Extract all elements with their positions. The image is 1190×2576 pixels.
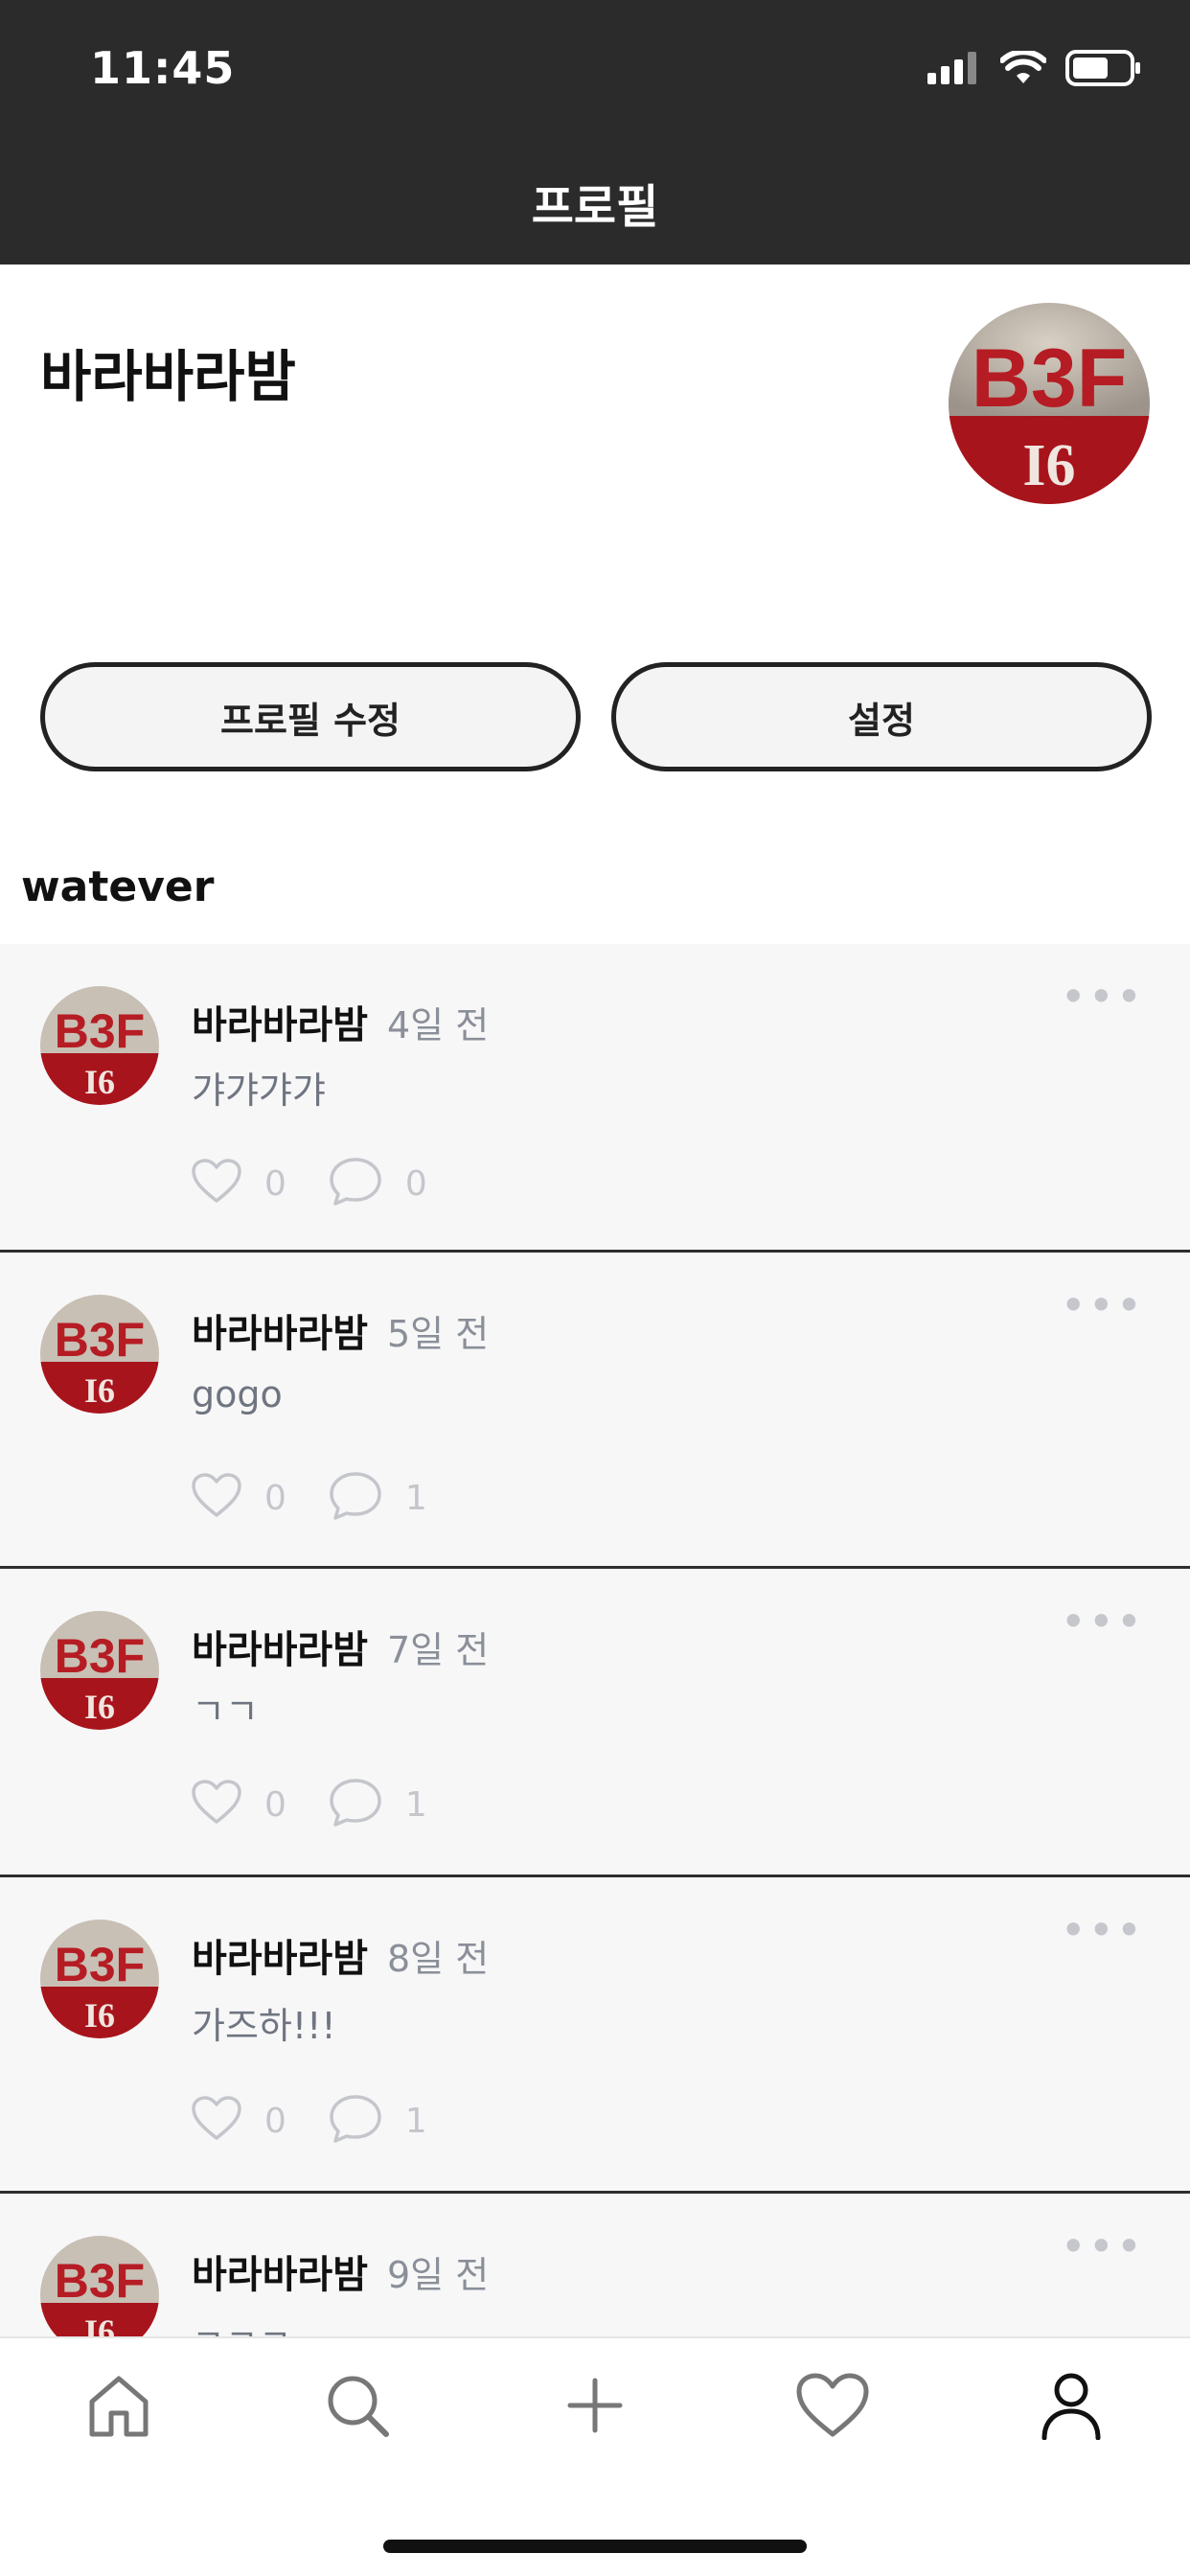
more-icon[interactable]: ••• bbox=[1061, 1904, 1144, 1956]
tab-add[interactable] bbox=[538, 2359, 652, 2455]
post-avatar[interactable]: B3F I6 bbox=[40, 1920, 159, 2038]
post-avatar[interactable]: B3F I6 bbox=[40, 986, 159, 1105]
comment-icon[interactable] bbox=[329, 1778, 382, 1831]
like-count: 0 bbox=[264, 1478, 286, 1518]
post-author[interactable]: 바라바라밤 bbox=[192, 1302, 368, 1358]
home-indicator bbox=[383, 2540, 807, 2553]
more-icon[interactable]: ••• bbox=[1061, 1596, 1144, 1647]
avatar-text-bottom: I6 bbox=[84, 1688, 115, 1726]
post-author[interactable]: 바라바라밤 bbox=[192, 994, 368, 1049]
post-time: 4일 전 bbox=[387, 1004, 490, 1046]
avatar-text-bottom: I6 bbox=[84, 1063, 115, 1101]
post-item[interactable]: B3F I6 바라바라밤 7일 전 ㄱㄱ ••• 0 1 bbox=[0, 1569, 1190, 1877]
post-feed[interactable]: B3F I6 바라바라밤 4일 전 갸갸갸갸 ••• 0 0 B3F I6 바라… bbox=[0, 944, 1190, 2336]
tab-search[interactable] bbox=[300, 2359, 415, 2455]
post-actions: 0 1 bbox=[192, 1471, 469, 1525]
like-icon[interactable] bbox=[192, 1473, 241, 1523]
post-actions: 0 0 bbox=[192, 1157, 469, 1210]
battery-icon bbox=[1065, 50, 1142, 90]
comment-count: 1 bbox=[404, 2101, 427, 2141]
avatar-text-top: B3F bbox=[55, 1629, 145, 1683]
avatar-text-top: B3F bbox=[55, 1313, 145, 1367]
avatar-text-top: B3F bbox=[55, 1938, 145, 1991]
status-time: 11:45 bbox=[90, 42, 236, 94]
page-title: 프로필 bbox=[531, 180, 659, 234]
section-title: watever bbox=[21, 862, 215, 911]
heart-icon bbox=[796, 2373, 869, 2442]
avatar-text-top: B3F bbox=[55, 1004, 145, 1058]
post-time: 8일 전 bbox=[387, 1938, 490, 1980]
tab-profile[interactable] bbox=[1014, 2359, 1129, 2455]
post-item[interactable]: B3F I6 바라바라밤 4일 전 갸갸갸갸 ••• 0 0 bbox=[0, 944, 1190, 1253]
post-content: ㄱㄱㄱ bbox=[192, 2312, 292, 2336]
comment-count: 1 bbox=[404, 1478, 427, 1518]
like-icon[interactable] bbox=[192, 1159, 241, 1208]
signal-icon bbox=[927, 52, 981, 88]
avatar-text-bottom: I6 bbox=[84, 2312, 115, 2336]
wifi-icon bbox=[999, 49, 1047, 89]
plus-icon bbox=[566, 2377, 624, 2438]
post-item[interactable]: B3F I6 바라바라밤 8일 전 가즈하!!! ••• 0 1 bbox=[0, 1877, 1190, 2194]
tab-home[interactable] bbox=[61, 2359, 176, 2455]
top-bar: 11:45 프로필 bbox=[0, 0, 1190, 264]
post-time: 9일 전 bbox=[387, 2254, 490, 2296]
post-content: 갸갸갸갸 bbox=[192, 1070, 326, 1112]
avatar-text-top: B3F bbox=[972, 333, 1127, 425]
profile-header: 바라바라밤 B3F I6 프로필 수정 설정 watever bbox=[0, 264, 1190, 945]
post-actions: 0 1 bbox=[192, 1778, 469, 1831]
post-item[interactable]: B3F I6 바라바라밤 9일 전 ㄱㄱㄱ ••• bbox=[0, 2194, 1190, 2336]
post-avatar[interactable]: B3F I6 bbox=[40, 1611, 159, 1730]
post-item[interactable]: B3F I6 바라바라밤 5일 전 gogo ••• 0 1 bbox=[0, 1253, 1190, 1569]
post-avatar[interactable]: B3F I6 bbox=[40, 2236, 159, 2336]
like-count: 0 bbox=[264, 2101, 286, 2141]
post-time: 7일 전 bbox=[387, 1629, 490, 1671]
comment-icon[interactable] bbox=[329, 1157, 382, 1210]
post-time: 5일 전 bbox=[387, 1313, 490, 1355]
profile-name: 바라바라밤 bbox=[40, 344, 296, 409]
comment-count: 1 bbox=[404, 1784, 427, 1825]
comment-count: 0 bbox=[404, 1163, 427, 1204]
like-icon[interactable] bbox=[192, 1780, 241, 1829]
more-icon[interactable]: ••• bbox=[1061, 1279, 1144, 1331]
settings-button[interactable]: 설정 bbox=[611, 662, 1152, 771]
status-icons bbox=[927, 49, 1142, 90]
comment-icon[interactable] bbox=[329, 2094, 382, 2148]
more-icon[interactable]: ••• bbox=[1061, 2220, 1144, 2272]
person-icon bbox=[1041, 2371, 1102, 2444]
search-icon bbox=[323, 2371, 392, 2444]
avatar-text-bottom: I6 bbox=[1022, 433, 1075, 498]
post-actions: 0 1 bbox=[192, 2094, 469, 2148]
tab-activity[interactable] bbox=[775, 2359, 890, 2455]
post-content: gogo bbox=[192, 1373, 283, 1415]
post-avatar[interactable]: B3F I6 bbox=[40, 1295, 159, 1414]
tab-bar bbox=[0, 2336, 1190, 2576]
post-author[interactable]: 바라바라밤 bbox=[192, 1927, 368, 1983]
avatar-text-bottom: I6 bbox=[84, 1996, 115, 2035]
home-icon bbox=[84, 2371, 153, 2444]
like-count: 0 bbox=[264, 1784, 286, 1825]
post-content: 가즈하!!! bbox=[192, 2005, 336, 2047]
avatar-text-top: B3F bbox=[55, 2254, 145, 2308]
avatar-text-bottom: I6 bbox=[84, 1371, 115, 1410]
post-author[interactable]: 바라바라밤 bbox=[192, 1619, 368, 1674]
like-count: 0 bbox=[264, 1163, 286, 1204]
edit-profile-button[interactable]: 프로필 수정 bbox=[40, 662, 581, 771]
profile-avatar[interactable]: B3F I6 bbox=[949, 303, 1150, 504]
post-content: ㄱㄱ bbox=[192, 1690, 259, 1733]
post-author[interactable]: 바라바라밤 bbox=[192, 2243, 368, 2299]
like-icon[interactable] bbox=[192, 2096, 241, 2146]
comment-icon[interactable] bbox=[329, 1471, 382, 1525]
more-icon[interactable]: ••• bbox=[1061, 971, 1144, 1023]
